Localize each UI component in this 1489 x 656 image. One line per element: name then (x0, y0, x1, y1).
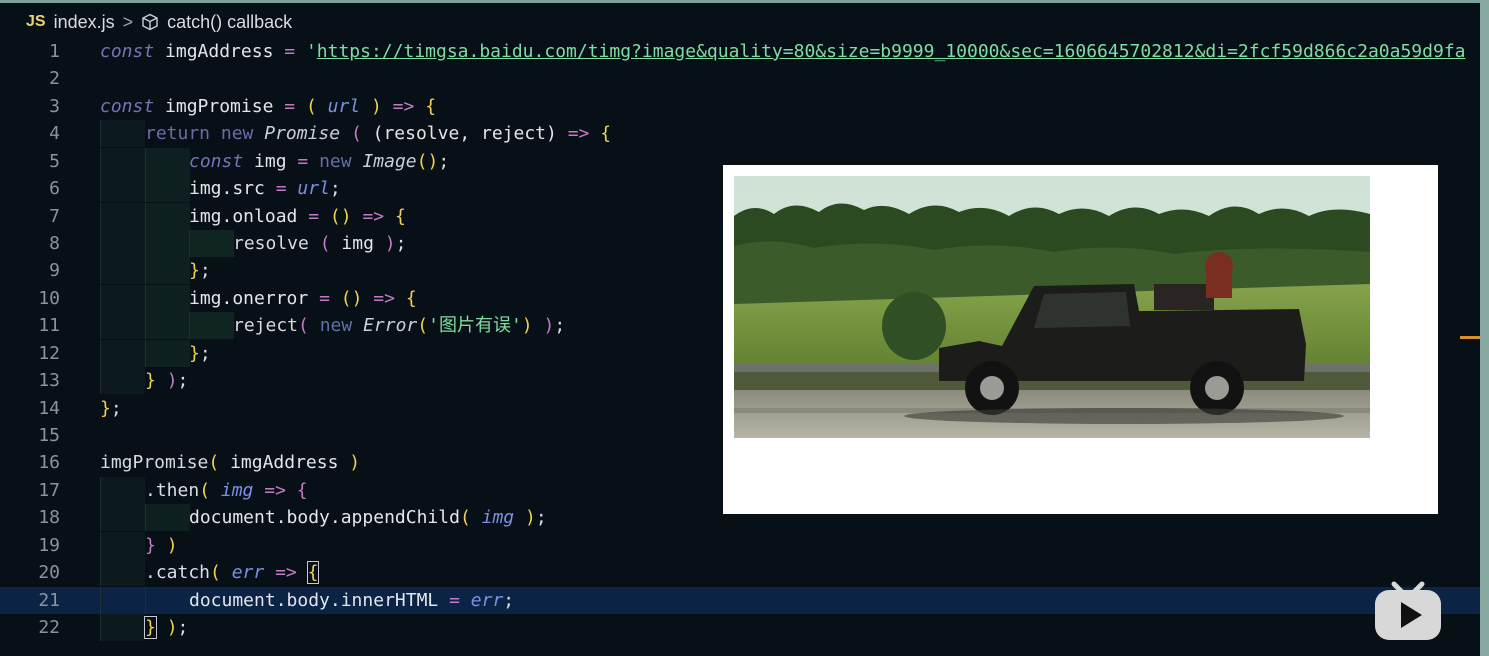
breadcrumb-separator: > (122, 11, 134, 32)
scrollbar-position-marker[interactable] (1460, 336, 1480, 339)
code-line-active[interactable]: 21 document.body.innerHTML = err; (0, 587, 1480, 614)
line-number: 15 (38, 425, 60, 446)
line-number: 4 (49, 123, 60, 144)
image-url-string[interactable]: https://timgsa.baidu.com/timg?image&qual… (317, 41, 1466, 62)
line-number: 20 (38, 562, 60, 583)
code-line[interactable]: 4 return new Promise ( (resolve, reject)… (0, 120, 1480, 147)
cube-icon (142, 13, 158, 31)
breadcrumb: JS index.js > catch() callback (26, 9, 292, 35)
code-line[interactable]: 1 const imgAddress = 'https://timgsa.bai… (0, 38, 1480, 65)
line-number: 18 (38, 507, 60, 528)
code-line[interactable]: 2 (0, 65, 1480, 92)
tv-logo-icon (1375, 581, 1441, 640)
browser-preview-panel (723, 165, 1438, 514)
line-number: 6 (49, 178, 60, 199)
line-number: 7 (49, 206, 60, 227)
line-number: 1 (49, 41, 60, 62)
line-number: 12 (38, 343, 60, 364)
line-number: 21 (38, 590, 60, 611)
line-number: 8 (49, 233, 60, 254)
code-line[interactable]: 19 } ) (0, 532, 1480, 559)
line-number: 10 (38, 288, 60, 309)
javascript-file-icon: JS (26, 13, 46, 30)
code-line[interactable]: 20 .catch( err => { (0, 559, 1480, 586)
line-number: 17 (38, 480, 60, 501)
line-number: 16 (38, 452, 60, 473)
breadcrumb-file[interactable]: index.js (54, 12, 115, 33)
line-number: 13 (38, 370, 60, 391)
line-number: 9 (49, 260, 60, 281)
line-number: 22 (38, 617, 60, 638)
truck-photo (734, 176, 1370, 438)
line-number: 19 (38, 535, 60, 556)
line-number: 2 (49, 68, 60, 89)
breadcrumb-symbol[interactable]: catch() callback (167, 12, 292, 33)
line-number: 14 (38, 398, 60, 419)
error-message-string: 图片有误 (438, 315, 511, 336)
code-line[interactable]: 22 } ); (0, 614, 1480, 641)
window-top-accent (0, 0, 1489, 3)
line-number: 5 (49, 151, 60, 172)
line-number: 11 (38, 315, 60, 336)
line-number: 3 (49, 96, 60, 117)
code-line[interactable]: 3 const imgPromise = ( url ) => { (0, 93, 1480, 120)
right-scroll-strip[interactable] (1480, 0, 1489, 656)
